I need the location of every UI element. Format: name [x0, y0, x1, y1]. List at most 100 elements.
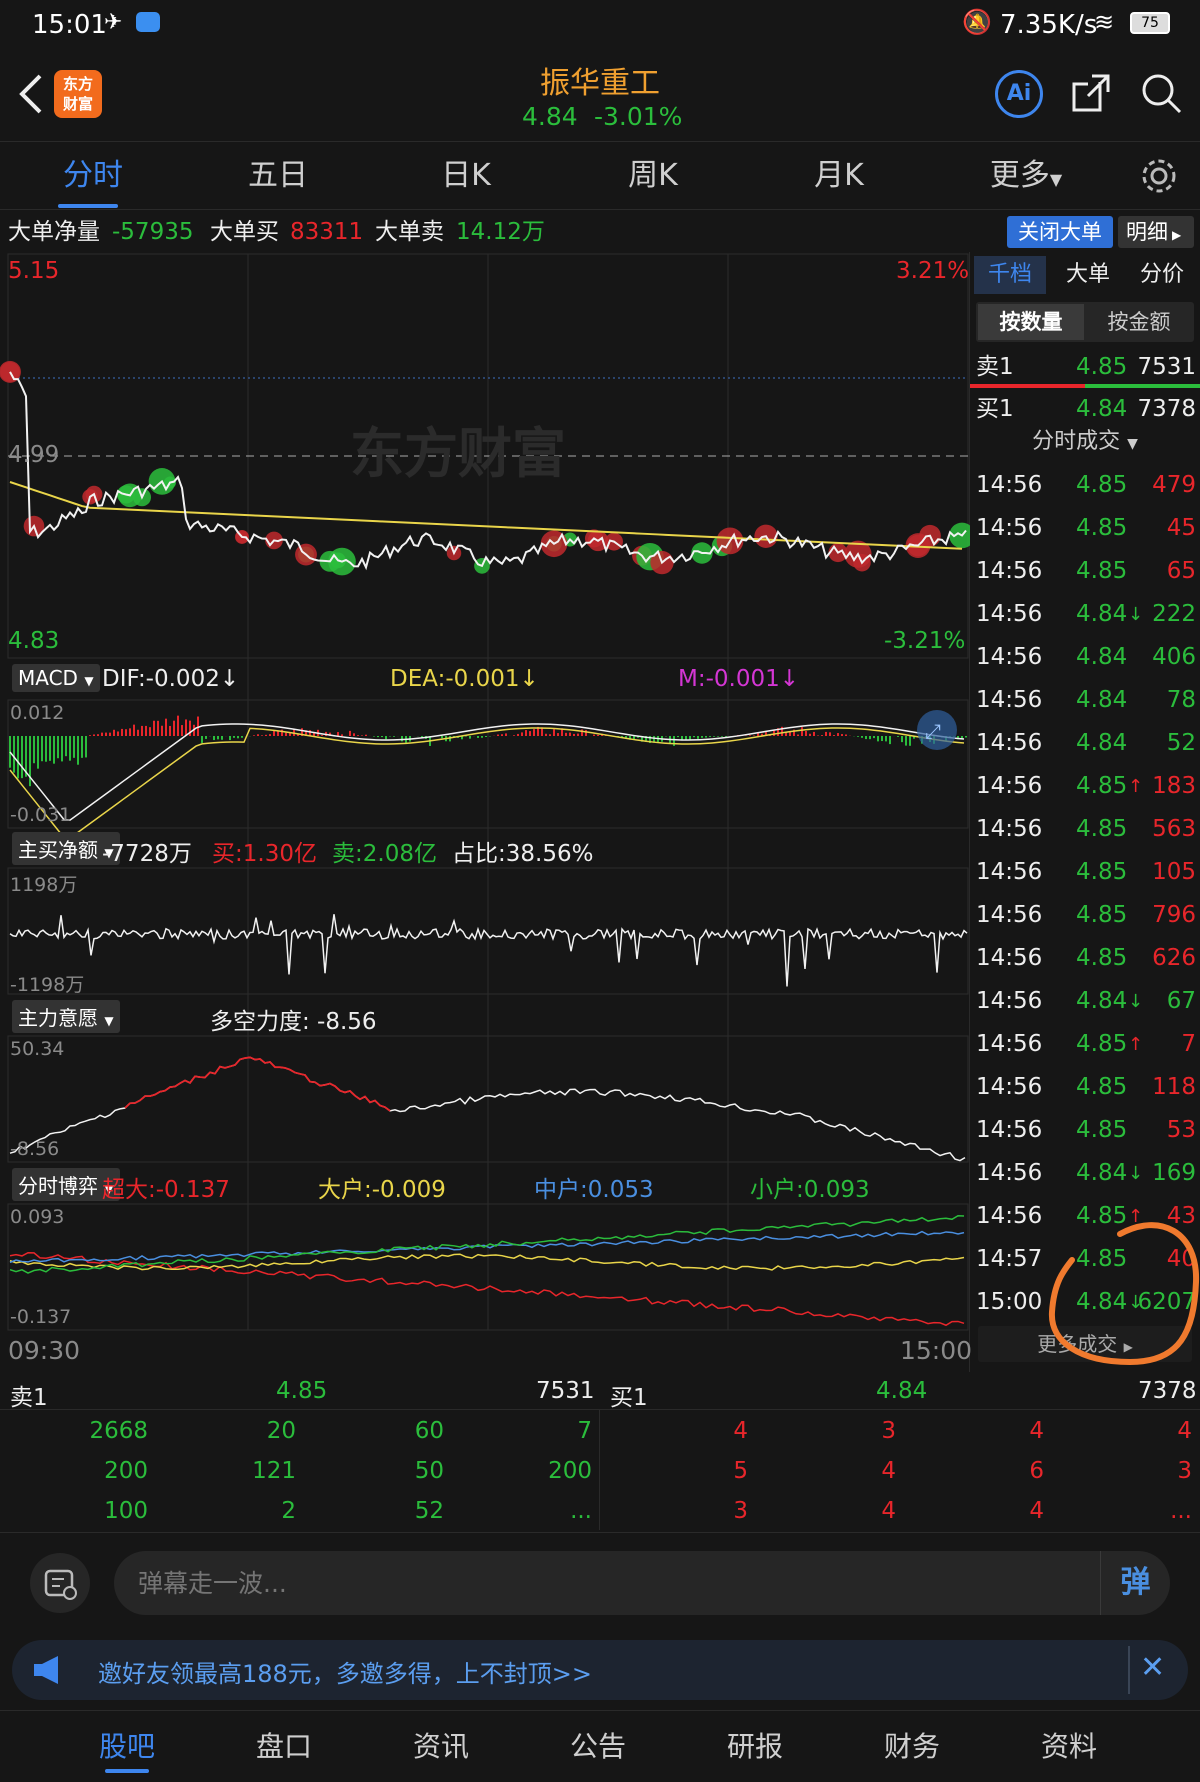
danmu-input[interactable] [138, 1551, 1018, 1615]
trade-time: 14:56 [976, 730, 1043, 756]
by-quantity-button[interactable]: 按数量 [978, 304, 1084, 340]
trade-row: 14:56 4.85 ↑ 7 [970, 1023, 1200, 1066]
small-line [9, 1214, 965, 1274]
trade-volume: 45 [1166, 515, 1196, 541]
tab-intraday[interactable]: 分时 [33, 142, 153, 210]
tab-weekly-k[interactable]: 周K [593, 142, 713, 210]
trade-volume: 65 [1166, 558, 1196, 584]
prev-close-label: 4.99 [8, 442, 60, 468]
nav-finance[interactable]: 财务 [862, 1725, 962, 1765]
mute-bell-icon: 🔕 [962, 8, 992, 36]
tab-more[interactable]: 更多▼ [966, 142, 1086, 210]
trade-price: 4.85 [1076, 1117, 1128, 1143]
caret-down-icon: ▼ [1127, 436, 1138, 452]
trades-title[interactable]: 分时成交 ▼ [970, 422, 1200, 462]
dea-line [9, 727, 965, 839]
caret-down-icon: ▼ [1049, 170, 1063, 189]
trade-arrow: ↑ [1128, 776, 1144, 797]
detail-button[interactable]: 明细 ▶ [1118, 216, 1194, 248]
by-amount-button[interactable]: 按金额 [1086, 304, 1192, 340]
nav-pankou[interactable]: 盘口 [234, 1725, 334, 1765]
danmu-send-button[interactable]: 弹 [1100, 1551, 1170, 1615]
ask1-row: 卖1 4.85 7531 [970, 346, 1200, 389]
trade-volume: 479 [1152, 472, 1196, 498]
stock-change: -3.01% [594, 102, 683, 131]
order-queue-cell: 121 [252, 1458, 296, 1484]
order-queue-row: 2668 20 60 7 [0, 1412, 600, 1452]
tab-five-day[interactable]: 五日 [218, 142, 338, 210]
time-start: 09:30 [8, 1336, 81, 1365]
active-tab-indicator [58, 204, 118, 208]
tab-price-split[interactable]: 分价 [1126, 256, 1198, 294]
trade-time: 14:56 [976, 945, 1043, 971]
order-queue-cell: 60 [414, 1418, 444, 1444]
nav-research[interactable]: 研报 [705, 1725, 805, 1765]
big-sell-label: 大单卖 [375, 219, 444, 245]
trade-price: 4.85 [1076, 859, 1128, 885]
ask1-volume: 7531 [1137, 354, 1196, 380]
period-tabs: 分时 五日 日K 周K 月K 更多▼ [0, 142, 1200, 210]
tab-big-order[interactable]: 大单 [1052, 256, 1124, 294]
trade-row: 14:56 4.85 53 [970, 1109, 1200, 1152]
danmu-list-button[interactable] [30, 1553, 90, 1613]
wifi-icon: ≋ [1094, 8, 1115, 36]
trade-arrow: ↓ [1128, 991, 1144, 1012]
net-buy-buy: 买:1.30亿 [212, 841, 317, 867]
game-large: 大户:-0.009 [318, 1177, 446, 1203]
macd-selector[interactable]: MACD ▼ [12, 664, 100, 692]
order-queue-cell: 7 [577, 1418, 592, 1444]
close-big-order-button[interactable]: 关闭大单 [1007, 216, 1113, 248]
caret-right-icon: ▶ [1172, 228, 1182, 242]
detail-button-label: 明细 [1126, 220, 1168, 244]
trade-time: 14:56 [976, 601, 1043, 627]
chart-area: 东方财富 ⤢ 5.15 3.21% 4.99 4.83 -3.21% MACD … [0, 252, 972, 1372]
search-icon[interactable] [1140, 72, 1184, 116]
intent-selector[interactable]: 主力意愿 ▼ [12, 1000, 120, 1033]
cloud-icon [136, 12, 160, 32]
tab-monthly-k[interactable]: 月K [779, 142, 899, 210]
nav-profile[interactable]: 资料 [1019, 1725, 1119, 1765]
intent-power: 多空力度: -8.56 [210, 1009, 377, 1035]
promo-banner[interactable]: 邀好友领最高188元，多邀多得，上不封顶>> ✕ [12, 1640, 1188, 1700]
chart-canvas[interactable]: 东方财富 ⤢ [0, 252, 970, 1372]
trade-volume: 67 [1166, 988, 1196, 1014]
tab-thousand-level[interactable]: 千档 [974, 256, 1046, 294]
trade-price: 4.84 [1076, 1160, 1128, 1186]
trade-time: 14:56 [976, 472, 1043, 498]
order-queue-cell: 2 [281, 1498, 296, 1524]
trade-price: 4.84 [1076, 601, 1128, 627]
game-bottom: -0.137 [10, 1306, 72, 1328]
close-icon[interactable]: ✕ [1140, 1650, 1165, 1685]
tab-daily-k[interactable]: 日K [406, 142, 526, 210]
nav-guba[interactable]: 股吧 [77, 1725, 177, 1765]
megaphone-icon [34, 1656, 58, 1684]
trade-volume: 626 [1152, 945, 1196, 971]
trade-row: 14:56 4.85 105 [970, 851, 1200, 894]
top-bar: 东方 财富 振华重工 4.84 -3.01% Ai [0, 50, 1200, 142]
trade-row: 14:56 4.84 406 [970, 636, 1200, 679]
ai-button[interactable]: Ai [995, 70, 1043, 118]
trade-row: 14:56 4.85 626 [970, 937, 1200, 980]
nav-news[interactable]: 资讯 [391, 1725, 491, 1765]
order-queue-cell: 5 [733, 1458, 748, 1484]
bottom-nav: 股吧 盘口 资讯 公告 研报 财务 资料 [0, 1710, 1200, 1782]
order-queue-row: 200 121 50 200 [0, 1452, 600, 1492]
order-queue-cell: 52 [414, 1498, 444, 1524]
settings-gear-icon[interactable] [1140, 157, 1178, 195]
danmu-bar: 弹 [0, 1532, 1200, 1632]
ob-ask-vol: 7531 [536, 1378, 595, 1404]
nav-announcement[interactable]: 公告 [548, 1725, 648, 1765]
trade-volume: 183 [1152, 773, 1196, 799]
trade-volume: 563 [1152, 816, 1196, 842]
order-queue-cell: 4 [881, 1458, 896, 1484]
trade-row: 14:56 4.84 52 [970, 722, 1200, 765]
intent-label: 主力意愿 [18, 1006, 98, 1030]
trade-row: 14:56 4.84 ↓ 169 [970, 1152, 1200, 1195]
trade-row: 14:56 4.84 78 [970, 679, 1200, 722]
battery-icon: 75 [1130, 12, 1170, 34]
order-queue-cell: 4 [733, 1418, 748, 1444]
trade-row: 14:56 4.85 ↑ 183 [970, 765, 1200, 808]
share-icon[interactable] [1070, 72, 1112, 114]
trade-row: 14:56 4.85 796 [970, 894, 1200, 937]
trade-time: 14:56 [976, 902, 1043, 928]
